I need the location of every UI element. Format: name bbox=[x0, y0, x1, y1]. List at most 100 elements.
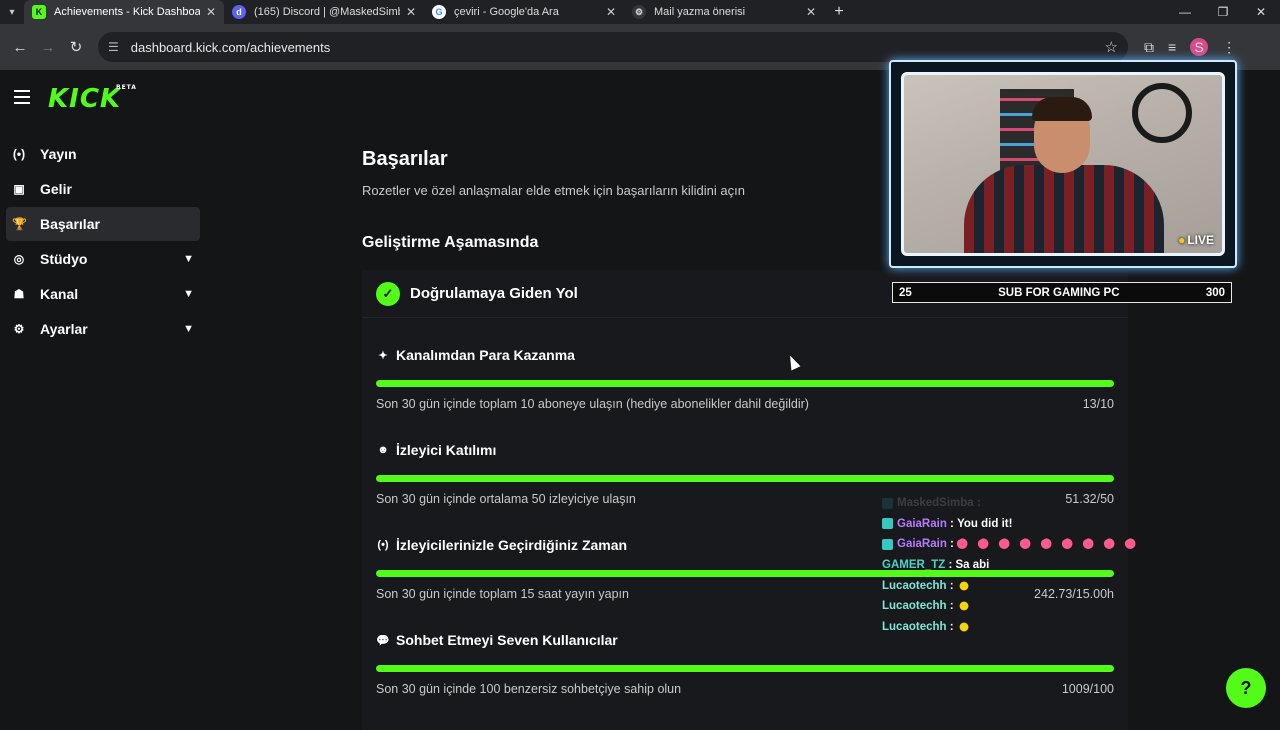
goal-text: SUB FOR GAMING PC bbox=[998, 286, 1120, 299]
back-button[interactable]: ← bbox=[6, 33, 34, 61]
tab-search-icon[interactable]: ▾ bbox=[0, 0, 24, 24]
tab-achievements[interactable]: K Achievements - Kick Dashboard ✕ bbox=[24, 0, 224, 24]
progress-bar bbox=[376, 380, 1114, 387]
close-window-icon[interactable]: ✕ bbox=[1242, 0, 1280, 24]
subscriber-badge-icon bbox=[882, 497, 893, 509]
subscriber-badge-icon bbox=[882, 538, 893, 550]
help-chat-button[interactable]: ? bbox=[1226, 668, 1266, 708]
studio-icon: ◎ bbox=[13, 252, 25, 266]
achievement-description: Son 30 gün içinde toplam 15 saat yayın y… bbox=[376, 587, 629, 601]
achievement-title: İzleyici Katılımı bbox=[396, 442, 497, 458]
chat-message: Lucaotechh : bbox=[882, 617, 1152, 638]
sidebar-item-kanal[interactable]: ☗ Kanal ▼ bbox=[6, 277, 200, 311]
forward-button[interactable]: → bbox=[34, 33, 62, 61]
restore-icon[interactable]: ❐ bbox=[1204, 0, 1242, 24]
chat-emote-icon bbox=[956, 579, 971, 592]
chat-separator: : bbox=[946, 579, 957, 592]
chat-separator: : bbox=[946, 600, 957, 613]
sidebar-item-basarilar[interactable]: 🏆 Başarılar bbox=[6, 207, 200, 241]
close-icon[interactable]: ✕ bbox=[406, 5, 416, 19]
kick-logo[interactable]: KICK BETA bbox=[48, 84, 136, 114]
chat-emote-icon bbox=[1060, 535, 1079, 554]
microphone-arm bbox=[1132, 83, 1192, 143]
achievement-description: Son 30 gün içinde toplam 10 aboneye ulaş… bbox=[376, 397, 809, 411]
chat-emote-icon bbox=[956, 620, 971, 633]
minimize-icon[interactable]: — bbox=[1166, 0, 1204, 24]
channel-icon: ☗ bbox=[13, 287, 25, 301]
chat-overlay: MaskedSimba : GaiaRain : You did it! Gaia… bbox=[882, 493, 1152, 637]
new-tab-button[interactable]: + bbox=[824, 0, 854, 24]
chat-text: You did it! bbox=[957, 517, 1013, 530]
progress-bar bbox=[376, 475, 1114, 482]
tab-google[interactable]: G çeviri - Google'da Ara ✕ bbox=[424, 0, 624, 24]
menu-icon[interactable]: ⋮ bbox=[1222, 39, 1236, 56]
sidebar-item-gelir[interactable]: ▣ Gelir bbox=[6, 172, 200, 206]
achievement-title: Sohbet Etmeyi Seven Kullanıcılar bbox=[396, 632, 618, 648]
google-icon: G bbox=[432, 5, 446, 19]
achievement-progress: 1009/100 bbox=[1061, 682, 1114, 696]
chat-separator: : bbox=[946, 517, 958, 530]
close-icon[interactable]: ✕ bbox=[606, 5, 616, 19]
media-control-icon[interactable]: ≡ bbox=[1168, 39, 1176, 55]
chat-username: Lucaotechh bbox=[882, 579, 947, 592]
chevron-down-icon[interactable]: ▼ bbox=[183, 323, 194, 335]
sidebar-item-label: Başarılar bbox=[40, 216, 100, 232]
url-text: dashboard.kick.com/achievements bbox=[130, 39, 331, 55]
chat-username: GaiaRain bbox=[897, 517, 947, 530]
chat-message: GaiaRain : bbox=[882, 534, 1152, 555]
goal-target: 300 bbox=[1205, 286, 1225, 299]
tab-discord[interactable]: d (165) Discord | @MaskedSimba ✕ bbox=[224, 0, 424, 24]
extensions-icon[interactable]: ⧉ bbox=[1144, 39, 1154, 56]
achievement-title: Kanalımdan Para Kazanma bbox=[396, 347, 575, 363]
chat-emote-icon bbox=[1039, 535, 1058, 554]
chat-text: Sa abi bbox=[955, 559, 990, 572]
browser-tab-bar: ▾ K Achievements - Kick Dashboard ✕ d (1… bbox=[0, 0, 1280, 24]
achievement-title: İzleyicilerinizle Geçirdiğiniz Zaman bbox=[396, 537, 628, 553]
tab-label: Achievements - Kick Dashboard bbox=[54, 6, 200, 18]
broadcast-icon: (•) bbox=[377, 539, 389, 551]
chat-emote-icon bbox=[1102, 535, 1121, 554]
hamburger-menu-icon[interactable] bbox=[14, 90, 30, 104]
tab-label: (165) Discord | @MaskedSimba bbox=[254, 6, 400, 18]
tab-mail[interactable]: ⚙ Mail yazma önerisi ✕ bbox=[624, 0, 824, 24]
person-sweater bbox=[964, 165, 1164, 253]
sidebar-item-label: Gelir bbox=[40, 181, 72, 197]
webcam-overlay: ● LIVE bbox=[889, 60, 1237, 268]
close-icon[interactable]: ✕ bbox=[806, 5, 816, 19]
sub-goal-bar: 25 SUB FOR GAMING PC 300 bbox=[892, 282, 1232, 303]
chevron-down-icon[interactable]: ▼ bbox=[183, 288, 194, 300]
sidebar-item-studyo[interactable]: ◎ Stüdyo ▼ bbox=[6, 242, 200, 276]
chat-message: GaiaRain : You did it! bbox=[882, 514, 1152, 535]
chat-emote-icon bbox=[997, 535, 1016, 554]
sidebar-item-label: Stüdyo bbox=[40, 251, 88, 267]
viewers-icon: ☻ bbox=[377, 444, 389, 456]
bookmark-star-icon[interactable]: ☆ bbox=[1105, 38, 1118, 56]
chat-separator: : bbox=[973, 497, 984, 510]
chat-username: MaskedSimba bbox=[897, 497, 974, 510]
chat-username: GaiaRain bbox=[897, 538, 947, 551]
reload-button[interactable]: ↻ bbox=[62, 33, 90, 61]
sidebar-item-label: Ayarlar bbox=[40, 321, 88, 337]
achievement-item: 💬 Sohbet Etmeyi Seven Kullanıcılar Son 30… bbox=[362, 627, 1128, 696]
close-icon[interactable]: ✕ bbox=[206, 5, 216, 19]
sidebar-item-ayarlar[interactable]: ⚙ Ayarlar ▼ bbox=[6, 312, 200, 346]
chevron-down-icon[interactable]: ▼ bbox=[183, 253, 194, 265]
beta-tag: BETA bbox=[116, 84, 137, 91]
discord-icon: d bbox=[232, 5, 246, 19]
verified-check-icon: ✓ bbox=[376, 281, 400, 306]
chat-emote-icon bbox=[976, 535, 995, 554]
site-info-icon[interactable]: ☰ bbox=[108, 40, 119, 54]
chat-separator: : bbox=[945, 559, 956, 572]
tab-label: çeviri - Google'da Ara bbox=[454, 6, 559, 18]
chat-emote-icon bbox=[1081, 535, 1100, 554]
chatgpt-icon: ⚙ bbox=[632, 5, 646, 19]
achievement-description: Son 30 gün içinde 100 benzersiz sohbetçi… bbox=[376, 682, 682, 696]
chat-message: MaskedSimba : bbox=[882, 493, 1152, 514]
profile-avatar[interactable]: S bbox=[1190, 38, 1209, 56]
chat-username: GAMER_TZ bbox=[882, 559, 946, 572]
sidebar-item-yayin[interactable]: (•) Yayın bbox=[6, 137, 200, 171]
url-field[interactable]: ☰ dashboard.kick.com/achievements ☆ bbox=[98, 32, 1128, 62]
card-title: Doğrulamaya Giden Yol bbox=[410, 285, 578, 302]
achievement-progress: 13/10 bbox=[1082, 397, 1114, 411]
chat-separator: : bbox=[946, 620, 957, 633]
